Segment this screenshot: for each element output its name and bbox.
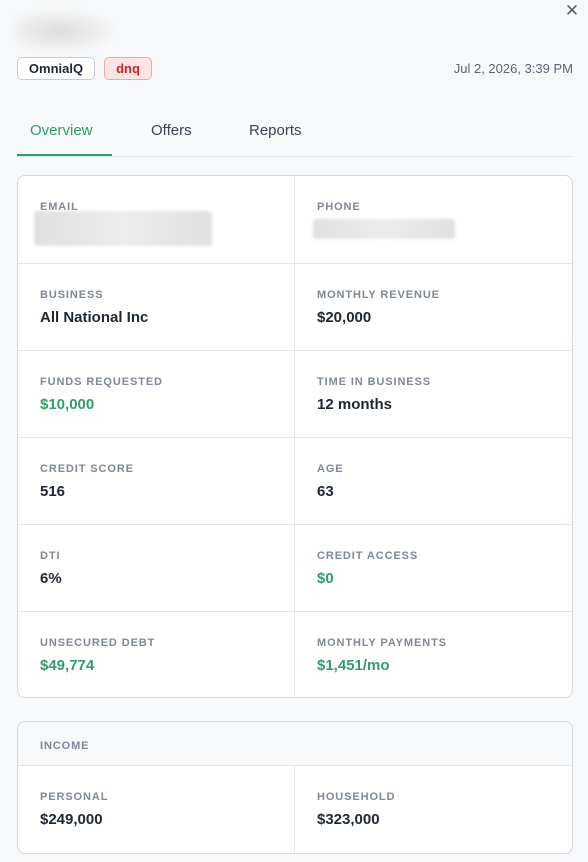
business-value: All National Inc — [40, 309, 149, 326]
time-in-business-cell: TIME IN BUSINESS 12 months — [295, 350, 572, 437]
age-value: 63 — [317, 483, 334, 500]
phone-value-redacted — [313, 219, 455, 239]
dti-label: DTI — [40, 550, 61, 562]
dti-value: 6% — [40, 570, 62, 587]
monthly-payments-value: $1,451/mo — [317, 657, 390, 674]
active-tab-indicator — [17, 154, 112, 156]
income-header: INCOME — [18, 722, 572, 766]
unsecured-debt-cell: UNSECURED DEBT $49,774 — [18, 611, 295, 697]
dti-cell: DTI 6% — [18, 524, 295, 611]
credit-score-cell: CREDIT SCORE 516 — [18, 437, 295, 524]
monthly-payments-cell: MONTHLY PAYMENTS $1,451/mo — [295, 611, 572, 697]
monthly-revenue-label: MONTHLY REVENUE — [317, 289, 440, 301]
time-in-business-value: 12 months — [317, 396, 393, 413]
household-income-value: $323,000 — [317, 811, 380, 828]
business-label: BUSINESS — [40, 289, 104, 301]
personal-income-cell: PERSONAL $249,000 — [18, 766, 295, 853]
unsecured-debt-value: $49,774 — [40, 657, 95, 674]
tab-reports[interactable]: Reports — [249, 122, 302, 139]
monthly-revenue-value: $20,000 — [317, 309, 372, 326]
age-label: AGE — [317, 463, 344, 475]
phone-cell: PHONE — [295, 176, 572, 263]
age-cell: AGE 63 — [295, 437, 572, 524]
household-income-cell: HOUSEHOLD $323,000 — [295, 766, 572, 853]
credit-access-cell: CREDIT ACCESS $0 — [295, 524, 572, 611]
personal-income-label: PERSONAL — [40, 791, 109, 803]
household-income-label: HOUSEHOLD — [317, 791, 396, 803]
time-in-business-label: TIME IN BUSINESS — [317, 376, 432, 388]
phone-label: PHONE — [317, 201, 361, 213]
overview-card: EMAIL PHONE BUSINESS All National Inc MO… — [17, 175, 573, 698]
credit-access-value: $0 — [317, 570, 334, 587]
credit-access-label: CREDIT ACCESS — [317, 550, 419, 562]
status-badge: dnq — [104, 57, 152, 80]
tab-offers[interactable]: Offers — [151, 122, 192, 139]
personal-income-value: $249,000 — [40, 811, 103, 828]
tab-bar: Overview Offers Reports — [17, 110, 572, 157]
unsecured-debt-label: UNSECURED DEBT — [40, 637, 156, 649]
business-cell: BUSINESS All National Inc — [18, 263, 295, 350]
tab-overview[interactable]: Overview — [30, 122, 93, 139]
email-cell: EMAIL — [18, 176, 295, 263]
credit-score-label: CREDIT SCORE — [40, 463, 134, 475]
monthly-revenue-cell: MONTHLY REVENUE $20,000 — [295, 263, 572, 350]
income-card: INCOME PERSONAL $249,000 HOUSEHOLD $323,… — [17, 721, 573, 854]
funds-requested-label: FUNDS REQUESTED — [40, 376, 163, 388]
email-value-redacted — [34, 211, 212, 246]
monthly-payments-label: MONTHLY PAYMENTS — [317, 637, 447, 649]
contact-name-redacted — [14, 10, 114, 52]
income-title: INCOME — [40, 740, 90, 752]
funds-requested-value: $10,000 — [40, 396, 95, 413]
timestamp: Jul 2, 2026, 3:39 PM — [453, 61, 573, 76]
source-badge: OmnialQ — [17, 57, 95, 80]
credit-score-value: 516 — [40, 483, 66, 500]
close-icon[interactable]: ✕ — [564, 2, 580, 20]
funds-requested-cell: FUNDS REQUESTED $10,000 — [18, 350, 295, 437]
